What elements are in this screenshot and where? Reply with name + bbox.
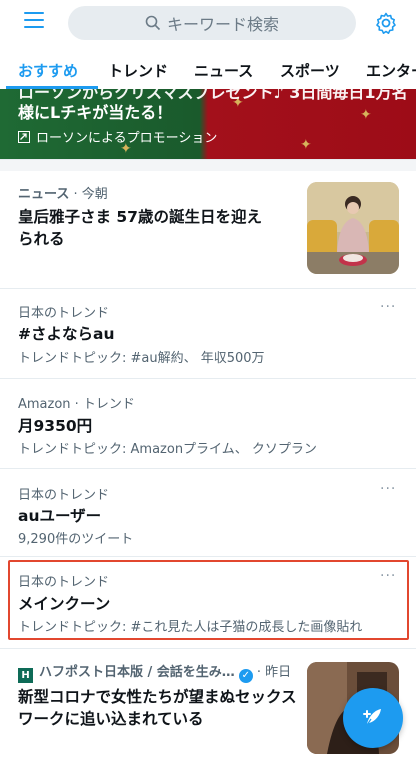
star-decoration: ✦ [360, 107, 372, 123]
huffpost-logo-icon: H [18, 668, 33, 683]
top-header: キーワード検索 [0, 0, 416, 46]
trend-topics: トレンドトピック: #au解約、 年収500万 [18, 351, 265, 366]
menu-icon[interactable] [24, 12, 44, 32]
search-placeholder: キーワード検索 [166, 15, 279, 34]
search-input[interactable]: キーワード検索 [68, 6, 356, 40]
trend-context: 日本のトレンド [18, 488, 110, 503]
compose-feather-icon [363, 709, 381, 726]
trend-item[interactable]: Amazon · トレンド 月9350円 トレンドトピック: Amazonプライ… [0, 379, 416, 469]
news-meta: ニュース · 今朝 [18, 187, 108, 202]
news-thumbnail [307, 182, 399, 274]
promo-sponsor-row: ローソンによるプロモーション [18, 127, 217, 146]
tab-recommended[interactable]: おすすめ [18, 60, 78, 81]
more-options-icon[interactable]: ··· [380, 299, 396, 315]
trend-title: auユーザー [18, 507, 102, 525]
tab-entertainment[interactable]: エンター [366, 60, 416, 81]
news-time: 今朝 [81, 187, 108, 202]
trend-item[interactable]: 日本のトレンド #さよならau トレンドトピック: #au解約、 年収500万 … [0, 289, 416, 379]
section-divider [0, 159, 416, 171]
news-title-line1: 新型コロナで女性たちが望まぬセックス [18, 688, 297, 706]
news-time: 昨日 [265, 665, 292, 680]
news-item[interactable]: ニュース · 今朝 皇后雅子さま 57歳の誕生日を迎え られる [0, 171, 416, 289]
trend-context: 日本のトレンド [18, 306, 110, 321]
promo-headline-line2: 様にLチキが当たる！ [18, 103, 173, 122]
gear-icon[interactable] [374, 11, 398, 35]
tab-news[interactable]: ニュース [194, 60, 253, 81]
tab-sports[interactable]: スポーツ [280, 60, 340, 81]
news-meta: H ハフポスト日本版 / 会話を生み… ✓ · 昨日 [18, 661, 291, 683]
tweet-count: 9,290件のツイート [18, 532, 134, 547]
trend-item[interactable]: 日本のトレンド auユーザー 9,290件のツイート ··· [0, 469, 416, 557]
trend-context: Amazon · トレンド [18, 397, 135, 412]
compose-tweet-button[interactable] [343, 688, 403, 748]
promoted-icon [18, 130, 30, 143]
promo-sponsor-label: ローソンによるプロモーション [36, 131, 218, 146]
verified-badge-icon: ✓ [238, 669, 253, 683]
trend-title: #さよならau [18, 325, 115, 343]
search-icon [145, 15, 161, 31]
explore-tabs: おすすめ トレンド ニュース スポーツ エンター [0, 52, 416, 88]
news-title-line1: 皇后雅子さま 57歳の誕生日を迎え [18, 208, 262, 226]
star-decoration: ✦ [300, 137, 312, 153]
news-category: ニュース [18, 187, 70, 202]
more-options-icon[interactable]: ··· [380, 481, 396, 497]
news-source: ハフポスト日本版 / 会話を生み… [39, 665, 235, 680]
news-title-line2: ワークに追い込まれている [18, 710, 204, 728]
news-title-line2: られる [18, 230, 65, 248]
tab-trends[interactable]: トレンド [108, 60, 168, 81]
promo-banner[interactable]: ✦ ✦ ✦ ✦ ローソンからクリスマスプレゼント♪ 3日間毎日1万名 様にLチキ… [0, 89, 416, 159]
trend-title: 月9350円 [18, 417, 93, 435]
trend-topics: トレンドトピック: Amazonプライム、 クソプラン [18, 442, 317, 457]
highlight-box [8, 560, 409, 640]
